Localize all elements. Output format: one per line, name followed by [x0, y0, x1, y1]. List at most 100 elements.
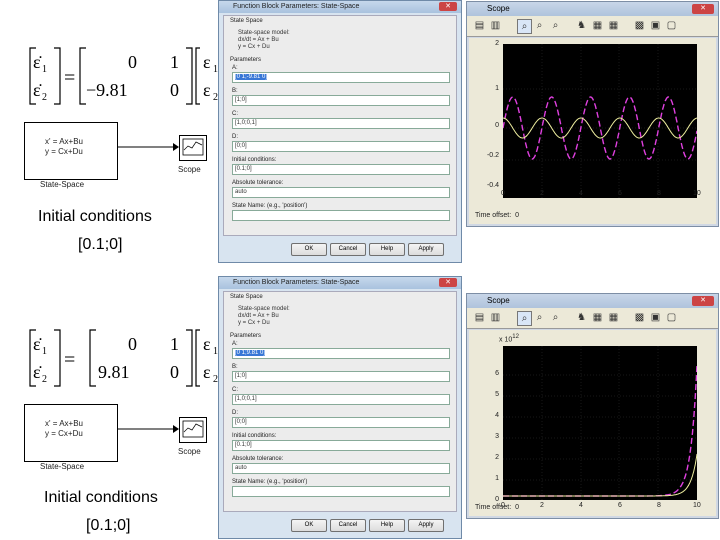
ic-caption-value-2: [0.1;0] — [86, 517, 131, 534]
signal-selection-icon[interactable]: ▢ — [665, 311, 678, 324]
field-b-input[interactable]: [1;0] — [232, 371, 450, 382]
state-space-label: State-Space — [40, 180, 85, 189]
scope-window-bottom: Scope ✕ ▤ ▥ ⌕ ⌕ ⌕ ♞ ▦ ▦ ▩ ▣ ▢ x 1012 6 5… — [466, 293, 719, 519]
ic-caption-value: [0.1;0] — [78, 236, 123, 253]
restore-axes-icon[interactable]: ▦ — [607, 311, 620, 324]
ok-button[interactable]: OK — [291, 243, 327, 256]
field-c-input[interactable]: [1,0;0,1] — [232, 394, 450, 405]
simulink-diagram-bottom: x' = Ax+Bu y = Cx+Du State-Space Scope — [22, 404, 217, 474]
scope-block[interactable] — [179, 135, 207, 161]
field-d-input[interactable]: [0;0] — [232, 417, 450, 428]
zoom-icon[interactable]: ⌕ — [517, 19, 532, 34]
scope-block[interactable] — [179, 417, 207, 443]
field-ic-input[interactable]: [0.1;0] — [232, 440, 450, 451]
state-space-eq1: x' = Ax+Bu — [45, 137, 83, 146]
field-statename-input[interactable] — [232, 210, 450, 221]
scope-title-bar: Scope ✕ — [467, 2, 718, 16]
state-space-block[interactable]: x' = Ax+Bu y = Cx+Du — [24, 122, 118, 180]
zoom-y-icon[interactable]: ⌕ — [549, 19, 562, 32]
svg-text:0: 0 — [128, 334, 137, 354]
svg-text:ε̇: ε̇ — [33, 362, 42, 382]
y-tick: 0 — [495, 496, 499, 503]
zoom-y-icon[interactable]: ⌕ — [549, 311, 562, 324]
lock-axes-icon[interactable]: ▣ — [649, 19, 662, 32]
help-button[interactable]: Help — [369, 243, 405, 256]
matrix-equation-top: ε̇ 1 ε̇ 2 = 0 1 −9.81 0 ε 1 ε 2 — [29, 47, 218, 105]
y-tick: -0.4 — [486, 182, 499, 189]
field-label-d: D: — [232, 134, 238, 140]
scope-plot-top — [502, 44, 698, 198]
floating-scope-icon[interactable]: ▩ — [633, 19, 646, 32]
y-tick: 1 — [495, 475, 499, 482]
y-tick: 6 — [495, 370, 499, 377]
signal-selection-icon[interactable]: ▢ — [665, 19, 678, 32]
ic-caption-title: Initial conditions — [38, 208, 152, 225]
apply-button[interactable]: Apply — [408, 519, 444, 532]
scope-label: Scope — [178, 447, 201, 456]
field-statename-input[interactable] — [232, 486, 450, 497]
svg-text:1: 1 — [170, 334, 179, 354]
autoscale-icon[interactable]: ♞ — [575, 311, 588, 324]
ok-button[interactable]: OK — [291, 519, 327, 532]
x-tick: 0 — [501, 190, 505, 197]
x-tick: 8 — [657, 190, 661, 197]
help-button[interactable]: Help — [369, 519, 405, 532]
signal-line — [117, 425, 179, 433]
print-icon[interactable]: ▤ — [473, 311, 486, 324]
svg-text:ε: ε — [203, 334, 211, 354]
state-space-label: State-Space — [40, 462, 85, 471]
x-tick: 10 — [693, 190, 701, 197]
close-button[interactable]: ✕ — [439, 2, 457, 11]
field-b-input[interactable]: [1;0] — [232, 95, 450, 106]
svg-text:0: 0 — [170, 362, 179, 382]
parameters-icon[interactable]: ▥ — [489, 19, 502, 32]
zoom-x-icon[interactable]: ⌕ — [533, 19, 546, 32]
state-space-block[interactable]: x' = Ax+Bu y = Cx+Du — [24, 404, 118, 462]
parameters-dialog-top: Function Block Parameters: State-Space ✕… — [218, 0, 462, 263]
scope-close-button[interactable]: ✕ — [692, 4, 714, 14]
close-button[interactable]: ✕ — [439, 278, 457, 287]
svg-text:ε: ε — [203, 362, 211, 382]
apply-button[interactable]: Apply — [408, 243, 444, 256]
state-sub-1: 1 — [42, 64, 47, 75]
state-sub-2: 2 — [42, 92, 47, 103]
autoscale-icon[interactable]: ♞ — [575, 19, 588, 32]
zoom-icon[interactable]: ⌕ — [517, 311, 532, 326]
field-tol-input[interactable]: auto — [232, 463, 450, 474]
cancel-button[interactable]: Cancel — [330, 519, 366, 532]
scope-traces-bottom — [503, 346, 698, 500]
field-d-input[interactable]: [0;0] — [232, 141, 450, 152]
a22: 0 — [170, 80, 179, 100]
scope-label: Scope — [178, 165, 201, 174]
field-c-input[interactable]: [1,0;0,1] — [232, 118, 450, 129]
scope-plot-bottom — [503, 346, 698, 500]
field-a-input[interactable]: [0 1;9.81 0] — [232, 348, 450, 359]
x-tick: 2 — [540, 190, 544, 197]
field-a-input[interactable]: [0 1;-9.81 0] — [232, 72, 450, 83]
field-ic-input[interactable]: [0.1;0] — [232, 164, 450, 175]
scope-traces-top — [502, 44, 698, 198]
svg-text:2: 2 — [42, 374, 47, 385]
restore-axes-icon[interactable]: ▦ — [607, 19, 620, 32]
dialog-body: State Space State-space model: dx/dt = A… — [223, 15, 457, 236]
save-axes-icon[interactable]: ▦ — [591, 19, 604, 32]
equation-bottom: ε̇ 1 ε̇ 2 = 0 1 9.81 0 ε 1 ε 2 — [20, 322, 218, 394]
equation-top: ε̇ 1 ε̇ 2 = 0 1 −9.81 0 ε 1 ε 2 — [20, 40, 218, 112]
y-tick: 5 — [495, 391, 499, 398]
group-label: State Space — [230, 18, 263, 24]
parameters-icon[interactable]: ▥ — [489, 311, 502, 324]
scope-window-top: Scope ✕ ▤ ▥ ⌕ ⌕ ⌕ ♞ ▦ ▦ ▩ ▣ ▢ 2 1 0 -0.2… — [466, 1, 719, 227]
save-axes-icon[interactable]: ▦ — [591, 311, 604, 324]
field-tol-input[interactable]: auto — [232, 187, 450, 198]
time-offset: Time offset: 0 — [475, 504, 519, 511]
dialog-buttons: OK Cancel Help Apply — [291, 237, 447, 256]
field-label-tol: Absolute tolerance: — [232, 180, 284, 186]
x-tick: 6 — [618, 190, 622, 197]
scope-close-button[interactable]: ✕ — [692, 296, 714, 306]
cancel-button[interactable]: Cancel — [330, 243, 366, 256]
scope-title-bar: Scope ✕ — [467, 294, 718, 308]
print-icon[interactable]: ▤ — [473, 19, 486, 32]
zoom-x-icon[interactable]: ⌕ — [533, 311, 546, 324]
lock-axes-icon[interactable]: ▣ — [649, 311, 662, 324]
floating-scope-icon[interactable]: ▩ — [633, 311, 646, 324]
